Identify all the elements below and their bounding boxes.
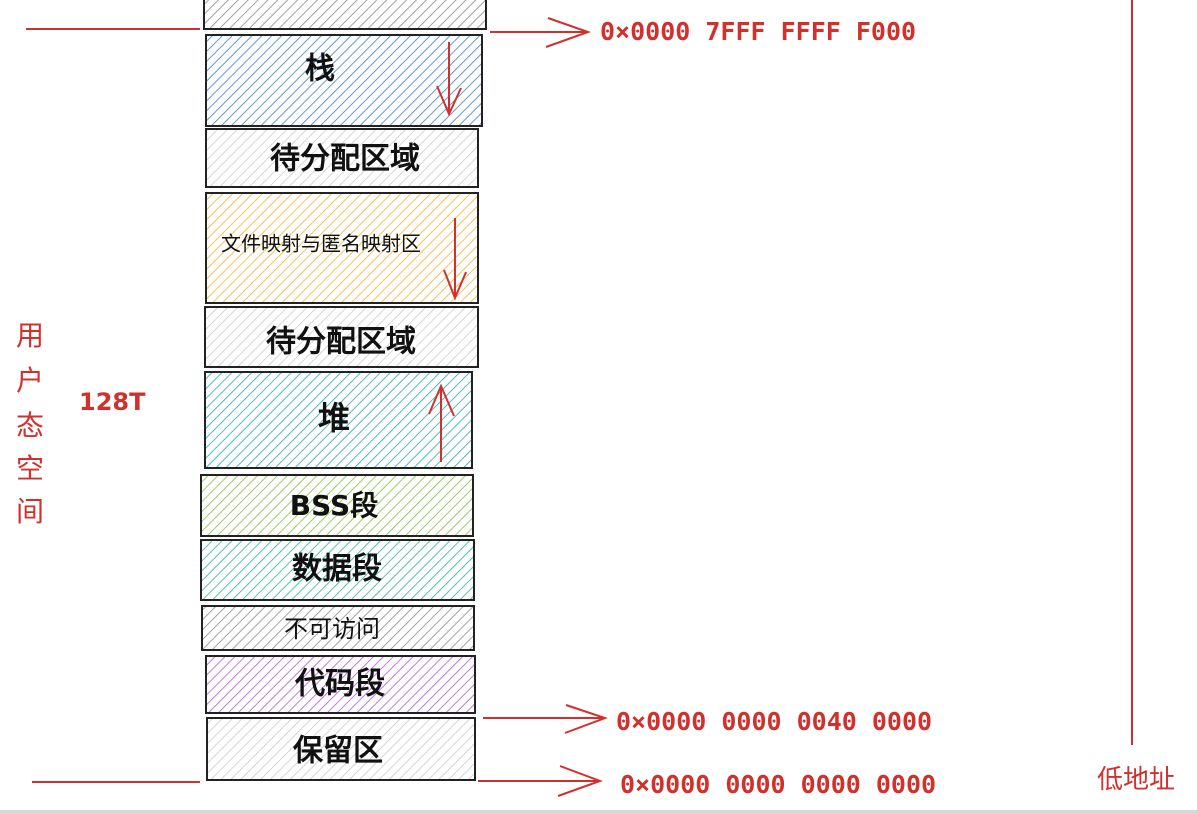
segment-unallocated-mid-label: 待分配区域 [266,325,416,360]
bottom-divider [0,810,1197,814]
low-address-label: 低地址 [1097,765,1175,795]
user-space-size-label: 128T [79,388,146,416]
segment-mmap-label: 文件映射与匿名映射区 [221,232,421,256]
segment-unallocated-top-label: 待分配区域 [270,142,420,177]
segment-heap: 堆 [204,371,473,469]
segment-inaccessible: 不可访问 [201,605,475,651]
segment-unallocated-mid: 待分配区域 [204,306,479,368]
segment-data-label: 数据段 [292,552,382,587]
segment-inaccessible-label: 不可访问 [284,615,380,643]
segment-bss-label: BSS段 [290,489,378,522]
memory-layout-diagram: 栈 待分配区域 文件映射与匿名映射区 待分配区域 堆 BSS段 数据段 不可访问… [16,0,1175,799]
segment-code: 代码段 [205,655,476,714]
segment-mmap: 文件映射与匿名映射区 [205,192,479,304]
user-space-char: 态 [16,409,44,442]
segment-code-label: 代码段 [294,667,385,702]
address-top-label: 0×0000 7FFF FFFF F000 [600,17,916,46]
user-space-char: 用 [16,319,44,352]
arrow-right-icon [478,765,603,797]
segment-reserved: 保留区 [206,717,476,781]
user-space-char: 间 [16,495,44,528]
segment-stack-label: 栈 [305,52,335,87]
segment-top-cap [203,0,487,30]
user-space-char: 户 [16,364,44,397]
address-zero-label: 0×0000 0000 0000 0000 [620,770,936,799]
user-space-char: 空 [16,452,44,485]
user-space-label: 用 户 态 空 间 [16,319,44,528]
arrow-right-icon [490,17,591,48]
address-code-start-label: 0×0000 0000 0040 0000 [616,707,932,736]
segment-data: 数据段 [200,539,475,601]
segment-bss: BSS段 [200,474,474,537]
segment-heap-label: 堆 [318,399,350,437]
segment-stack: 栈 [205,34,483,127]
segment-reserved-label: 保留区 [293,734,383,769]
segment-unallocated-top: 待分配区域 [205,128,479,188]
arrow-right-icon [483,704,608,734]
